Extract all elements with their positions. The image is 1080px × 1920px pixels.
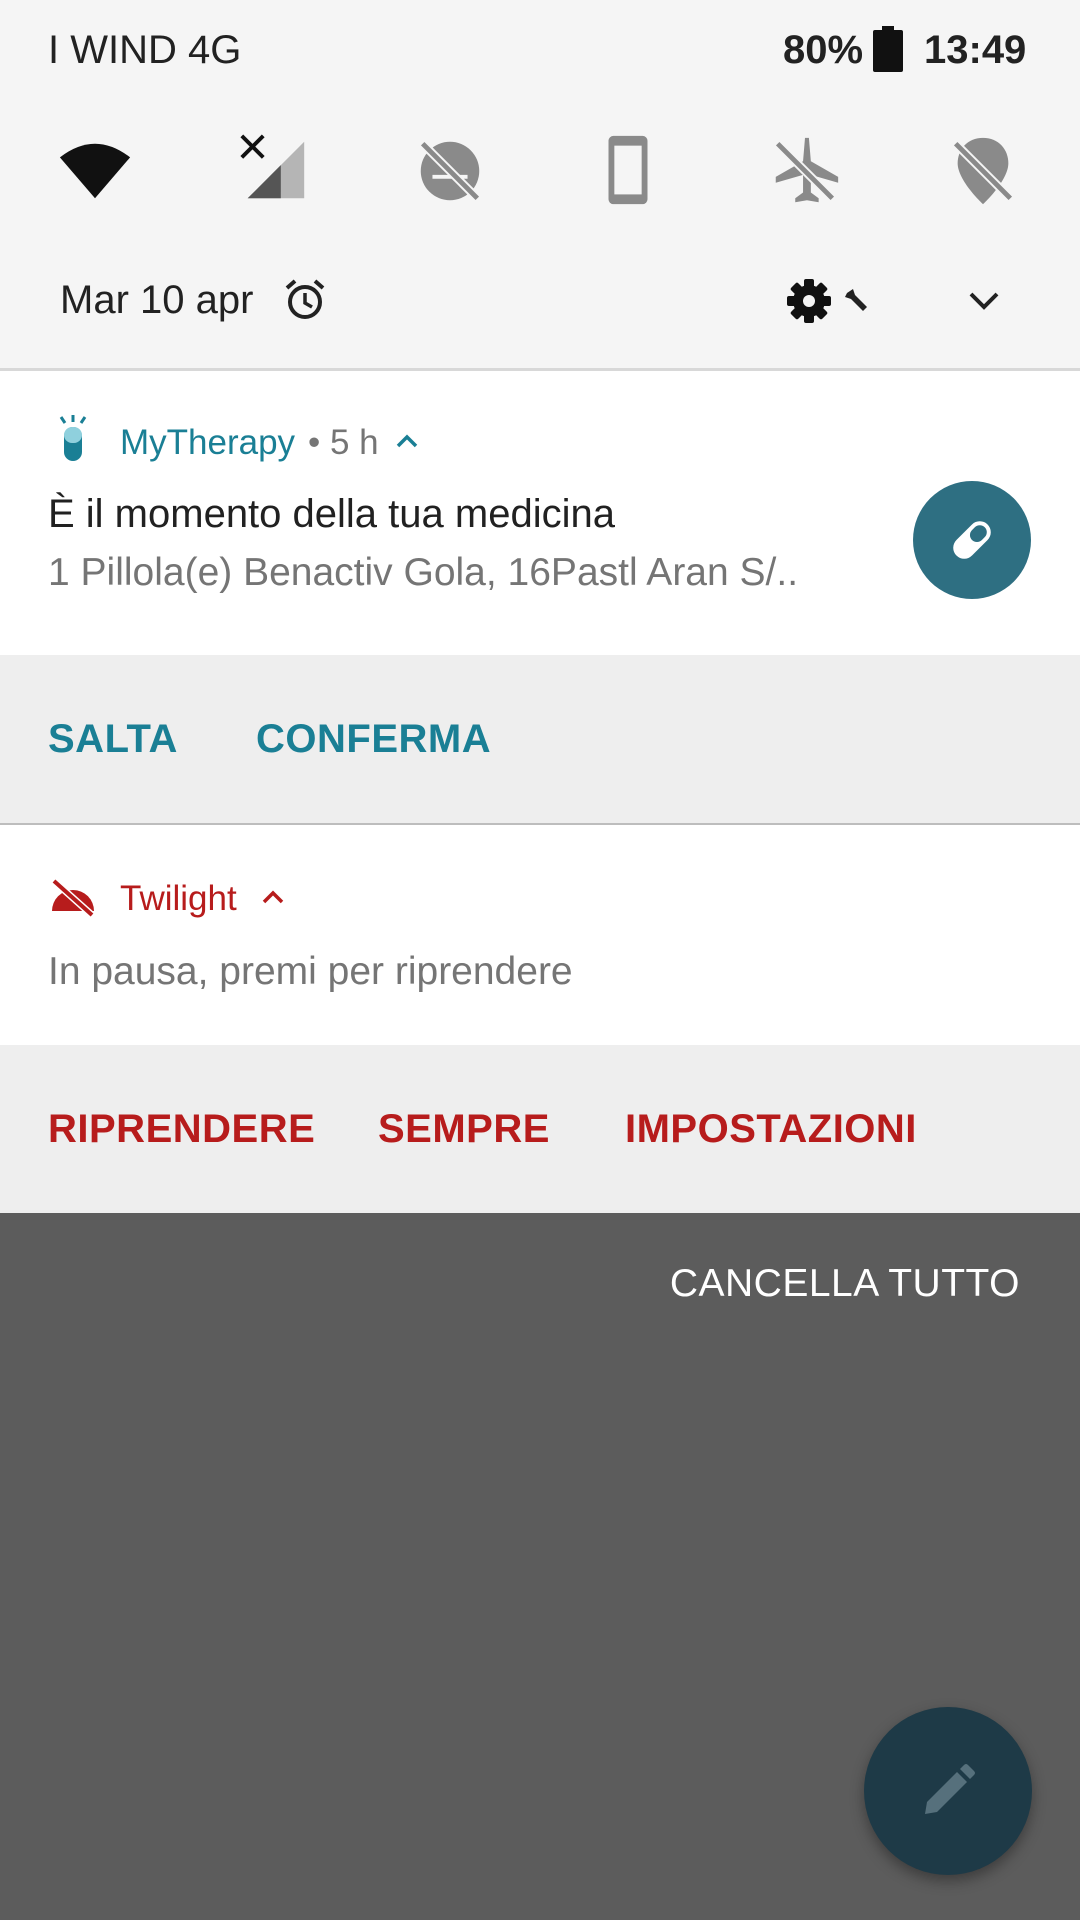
notification-twilight[interactable]: Twilight In pausa, premi per riprendere [0,825,1080,1045]
notification-text: 1 Pillola(e) Benactiv Gola, 16Pastl Aran… [48,551,799,594]
always-button[interactable]: SEMPRE [378,1045,550,1213]
notification-app-name: MyTherapy [120,423,296,462]
notification-actions: SALTA CONFERMA [0,655,1080,823]
clock: 13:49 [924,28,1027,72]
alarm-icon[interactable] [283,278,327,322]
carrier-label: I WIND 4G [48,28,242,72]
quick-settings-panel: I WIND 4G 80% 13:49 Mar 10 apr [0,0,1080,368]
notification-actions: RIPRENDERE SEMPRE IMPOSTAZIONI [0,1045,1080,1213]
location-tile[interactable] [938,128,1028,218]
notification-app-name: Twilight [120,879,237,918]
wifi-tile[interactable] [50,128,140,218]
chevron-up-icon[interactable] [260,887,286,907]
airplane-mode-off-icon [766,132,844,215]
battery-percent: 80% [783,28,864,72]
twilight-tile[interactable] [405,128,495,218]
clear-all-button[interactable]: CANCELLA TUTTO [670,1262,1020,1306]
date-label[interactable]: Mar 10 apr [60,278,253,323]
confirm-button[interactable]: CONFERMA [256,655,491,823]
pill-large-icon [913,481,1031,599]
twilight-paused-icon [411,132,489,215]
location-off-icon [944,132,1022,215]
pencil-icon [919,1762,977,1820]
screen-rotation-lock-icon [589,132,667,215]
battery-icon [873,26,903,72]
auto-rotate-tile[interactable] [583,128,673,218]
airplane-mode-tile[interactable] [760,128,850,218]
notification-mytherapy[interactable]: MyTherapy • 5 h È il momento della tua m… [0,371,1080,655]
settings-button[interactable]: IMPOSTAZIONI [625,1045,917,1213]
mytherapy-app-icon [56,415,90,465]
notification-title: È il momento della tua medicina [48,492,615,536]
skip-button[interactable]: SALTA [48,655,178,823]
compose-fab[interactable] [864,1707,1032,1875]
wifi-icon [56,132,134,215]
notification-text: In pausa, premi per riprendere [48,950,573,993]
wrench-icon [843,287,869,313]
settings-icon[interactable] [785,277,833,325]
resume-button[interactable]: RIPRENDERE [48,1045,315,1213]
chevron-down-icon[interactable] [966,286,1002,316]
mobile-data-tile[interactable] [228,128,318,218]
chevron-up-icon[interactable] [394,431,420,451]
notification-age: • 5 h [308,423,379,462]
twilight-app-icon [48,877,98,919]
mobile-data-off-icon [234,132,312,215]
